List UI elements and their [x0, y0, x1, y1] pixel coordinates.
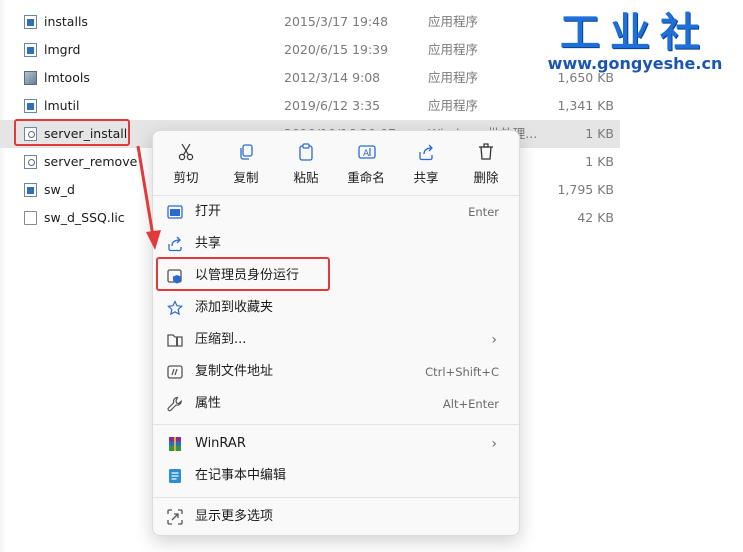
file-name: server_remove — [44, 154, 138, 169]
notepad-icon — [169, 469, 181, 483]
delete-label: 删除 — [473, 170, 499, 185]
file-size: 1,341 KB — [557, 98, 614, 113]
file-type: 应用程序 — [428, 14, 479, 29]
svg-text:A: A — [363, 149, 370, 159]
menu-item-label: 显示更多选项 — [195, 509, 274, 524]
share-icon — [168, 236, 182, 252]
menu-item-label: 打开 — [195, 204, 222, 219]
text-file-icon — [24, 211, 37, 225]
menu-item-winrar[interactable]: WinRAR › — [159, 428, 513, 460]
menu-item-label: 属性 — [195, 396, 222, 411]
menu-item-compress[interactable]: 压缩到... › — [159, 324, 513, 356]
file-name: lmutil — [44, 98, 80, 113]
watermark-title: 工业社 — [560, 9, 710, 56]
rename-button[interactable]: A 重命名 — [336, 139, 396, 187]
file-date: 2019/6/12 3:35 — [284, 98, 381, 113]
paste-icon — [299, 143, 313, 161]
file-type: 应用程序 — [428, 98, 479, 113]
menu-item-label: 压缩到... — [195, 332, 247, 347]
menu-item-shortcut: Alt+Enter — [442, 397, 499, 411]
menu-item-shortcut: Ctrl+Shift+C — [425, 365, 499, 379]
cut-icon — [178, 143, 194, 161]
menu-item-properties[interactable]: 属性 Alt+Enter — [159, 388, 513, 420]
file-name: sw_d_SSQ.lic — [44, 210, 125, 225]
rename-icon: A — [358, 145, 376, 159]
menu-item-open[interactable]: 打开 Enter — [159, 196, 513, 228]
cut-label: 剪切 — [173, 170, 199, 185]
file-size: 1 KB — [585, 126, 614, 141]
cut-button[interactable]: 剪切 — [156, 139, 216, 187]
more-options-icon — [167, 509, 183, 525]
file-size: 1 KB — [585, 154, 614, 169]
copy-path-icon — [167, 365, 183, 379]
rename-label: 重命名 — [347, 170, 385, 185]
batch-file-icon — [24, 155, 37, 169]
exe-file-icon — [24, 43, 37, 57]
file-name: lmtools — [44, 70, 90, 85]
paste-label: 粘贴 — [293, 170, 319, 185]
open-icon — [167, 205, 183, 219]
menu-item-edit-notepad[interactable]: 在记事本中编辑 — [159, 460, 513, 492]
menu-item-label: WinRAR — [195, 436, 246, 451]
menu-item-shortcut: Enter — [468, 205, 499, 219]
file-name: lmgrd — [44, 42, 81, 57]
file-highlight-box — [14, 119, 130, 146]
menu-highlight-box — [156, 257, 330, 291]
star-icon — [167, 300, 183, 316]
file-row-installs[interactable]: installs 2015/3/17 19:48 应用程序 — [0, 8, 620, 36]
watermark-logo: 工业社 www.gongyeshe.cn — [540, 10, 740, 80]
menu-item-share[interactable]: 共享 — [159, 228, 513, 260]
file-size: 1,795 KB — [557, 182, 614, 197]
chevron-right-icon: › — [491, 332, 497, 348]
watermark-url: www.gongyeshe.cn — [547, 54, 723, 73]
file-size: 42 KB — [577, 210, 614, 225]
context-menu-toolbar: 剪切 复制 粘贴 A 重命名 共享 删除 — [153, 131, 519, 193]
wrench-icon — [167, 396, 182, 412]
file-row-lmgrd[interactable]: lmgrd 2020/6/15 19:39 应用程序 — [0, 36, 620, 64]
exe-file-icon — [24, 15, 37, 29]
share-button[interactable]: 共享 — [396, 139, 456, 187]
menu-separator — [153, 424, 519, 425]
file-row-lmutil[interactable]: lmutil 2019/6/12 3:35 应用程序 1,341 KB — [0, 92, 620, 120]
file-type: 应用程序 — [428, 70, 479, 85]
delete-icon — [479, 143, 493, 160]
share-icon — [419, 144, 433, 161]
zip-folder-icon — [167, 334, 183, 347]
tools-file-icon — [24, 71, 37, 85]
file-date: 2015/3/17 19:48 — [284, 14, 389, 29]
menu-item-add-favorites[interactable]: 添加到收藏夹 — [159, 292, 513, 324]
menu-item-label: 在记事本中编辑 — [195, 468, 287, 483]
winrar-icon — [169, 437, 181, 451]
exe-file-icon — [24, 183, 37, 197]
menu-item-label: 复制文件地址 — [195, 364, 274, 379]
menu-separator — [153, 497, 519, 498]
file-row-lmtools[interactable]: lmtools 2012/3/14 9:08 应用程序 1,650 KB — [0, 64, 620, 92]
copy-button[interactable]: 复制 — [216, 139, 276, 187]
menu-item-label: 共享 — [195, 236, 222, 251]
chevron-right-icon: › — [491, 436, 497, 452]
menu-item-copy-path[interactable]: 复制文件地址 Ctrl+Shift+C — [159, 356, 513, 388]
delete-button[interactable]: 删除 — [456, 139, 516, 187]
file-name: installs — [44, 14, 88, 29]
paste-button[interactable]: 粘贴 — [276, 139, 336, 187]
file-date: 2012/3/14 9:08 — [284, 70, 381, 85]
menu-item-more-options[interactable]: 显示更多选项 — [159, 501, 513, 533]
context-menu: 剪切 复制 粘贴 A 重命名 共享 删除 打开 Enter 共享 以管理员身份运… — [152, 130, 520, 536]
file-name: sw_d — [44, 182, 75, 197]
share-label: 共享 — [413, 170, 439, 185]
copy-label: 复制 — [233, 170, 259, 185]
menu-item-label: 添加到收藏夹 — [195, 300, 274, 315]
file-type: 应用程序 — [428, 42, 479, 57]
copy-icon — [240, 144, 253, 160]
exe-file-icon — [24, 99, 37, 113]
file-date: 2020/6/15 19:39 — [284, 42, 389, 57]
